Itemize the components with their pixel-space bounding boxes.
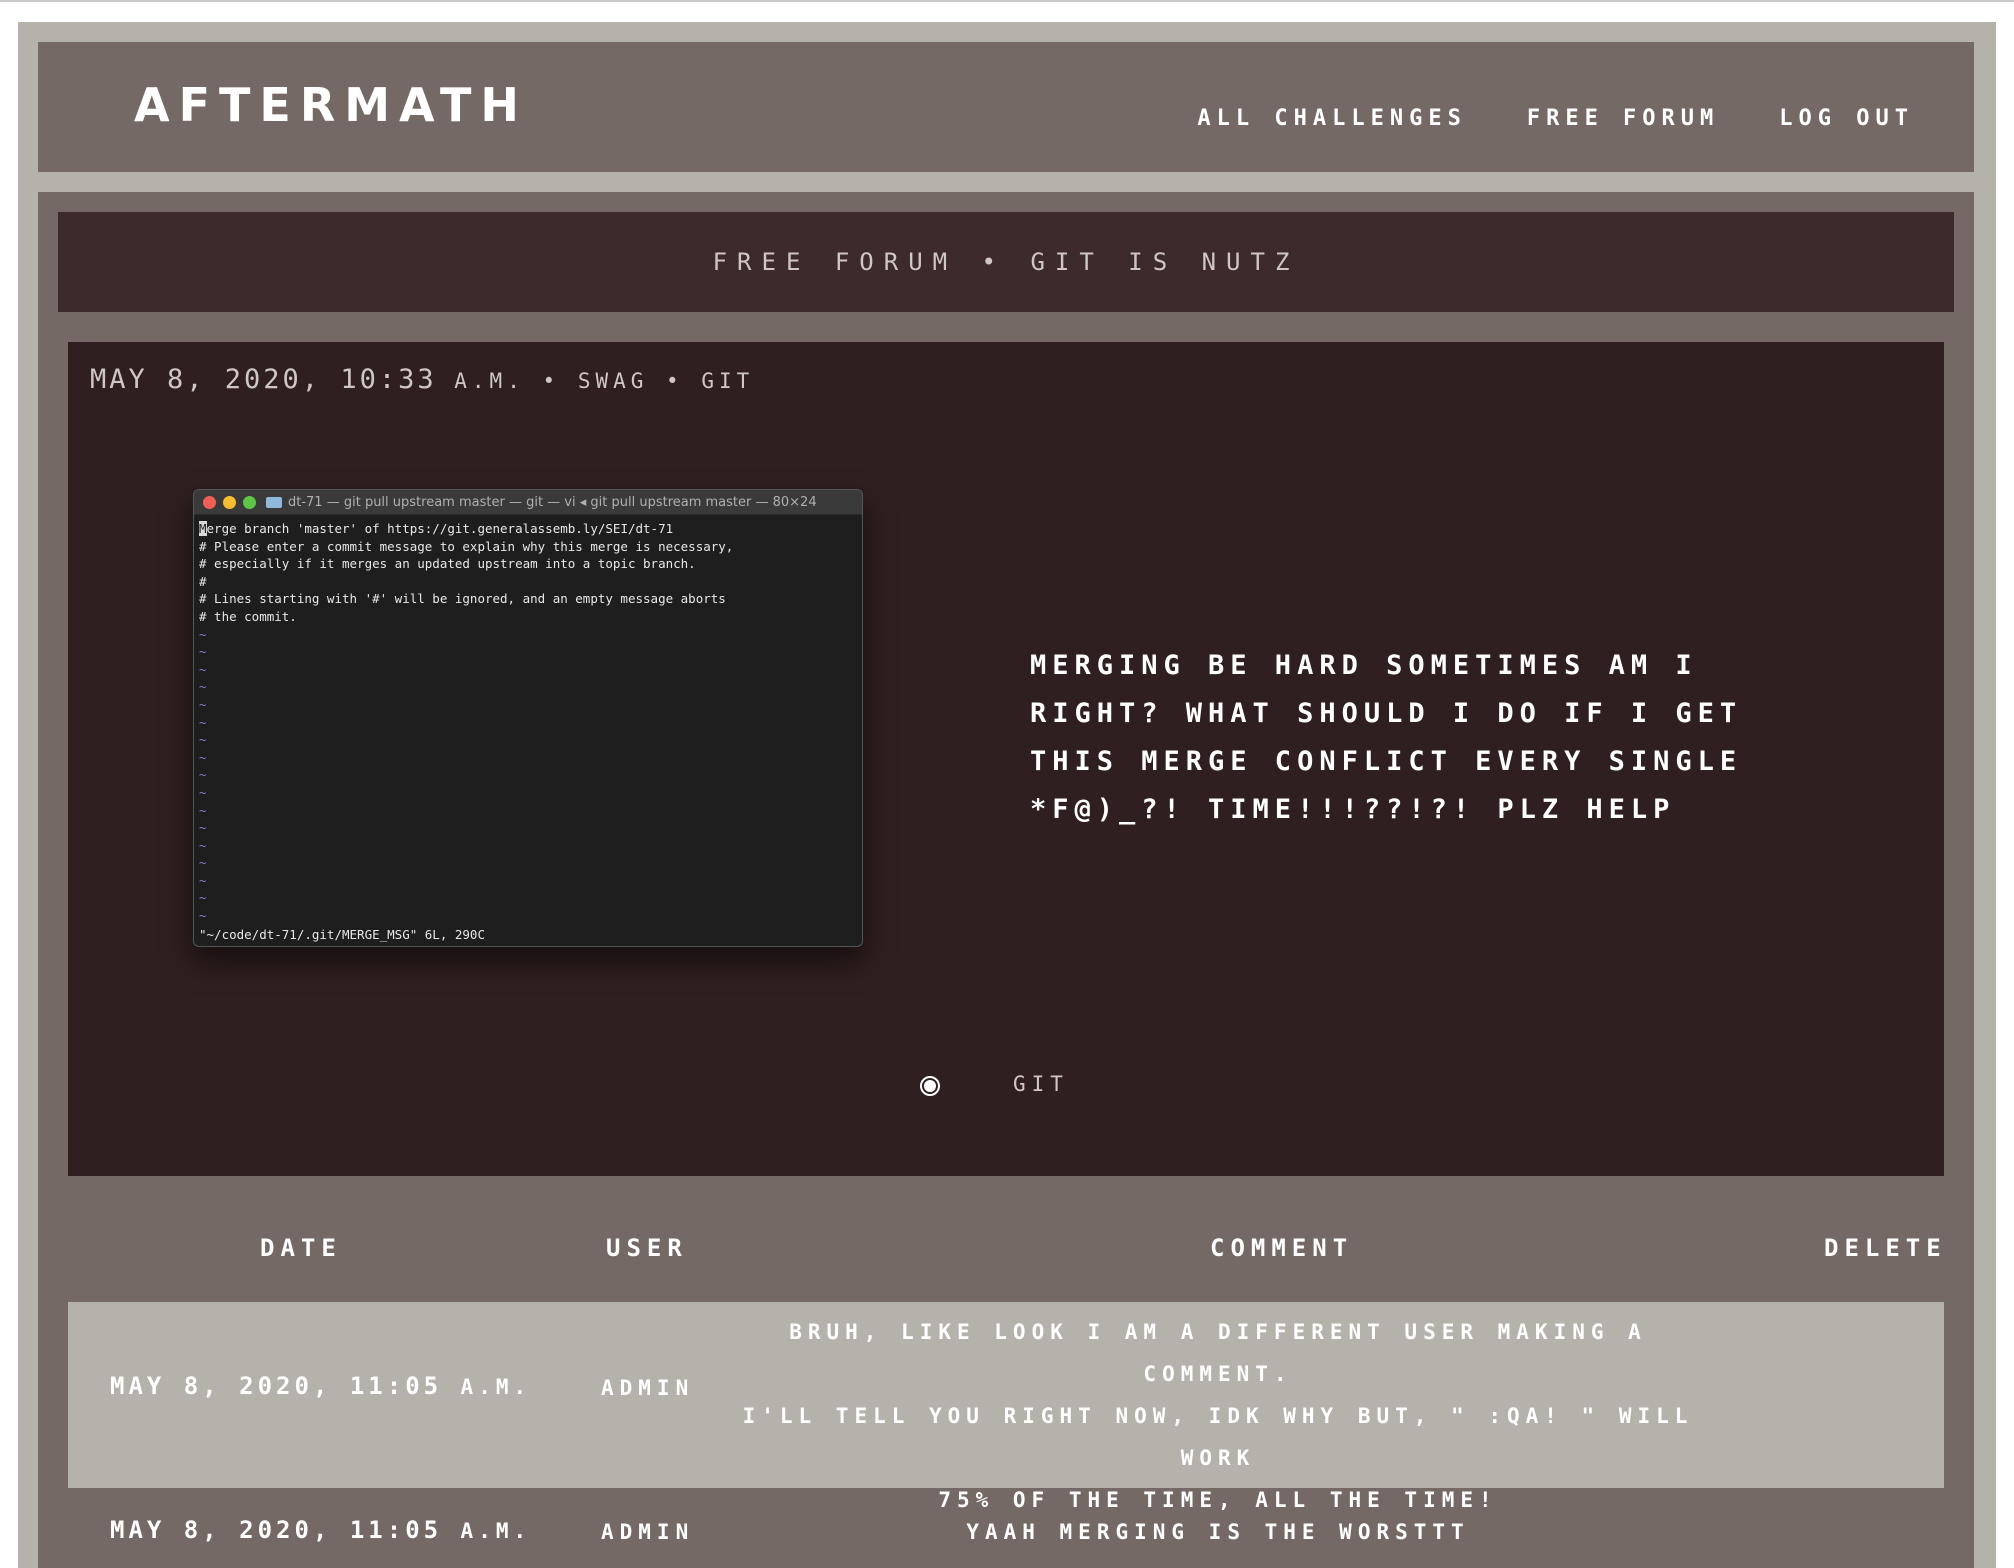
post-meta: MAY 8, 2020, 10:33 A.M. • SWAG • GIT: [90, 364, 754, 395]
comment-date-ampm: A.M.: [460, 1519, 532, 1543]
main-content: FREE FORUM • GIT IS NUTZ MAY 8, 2020, 10…: [38, 192, 1974, 1568]
zoom-dot-icon: [243, 495, 256, 509]
meta-separator: •: [542, 369, 561, 393]
terminal-tilde: ~: [199, 784, 207, 800]
forum-post: MAY 8, 2020, 10:33 A.M. • SWAG • GIT dt-…: [68, 342, 1944, 1176]
comment-user: ADMIN: [601, 1520, 695, 1544]
comment-date: MAY 8, 2020, 11:05 A.M.: [110, 1372, 531, 1400]
site-header: AFTERMATH ALL CHALLENGES FREE FORUM LOG …: [38, 42, 1974, 172]
main-nav: ALL CHALLENGES FREE FORUM LOG OUT: [1197, 106, 1914, 131]
meta-separator: •: [666, 369, 684, 393]
comment-text: YAAH MERGING IS THE WORSTTT: [728, 1511, 1708, 1553]
nav-all-challenges[interactable]: ALL CHALLENGES: [1197, 106, 1466, 131]
terminal-line: # Please enter a commit message to expla…: [199, 538, 734, 554]
window-controls: [203, 495, 256, 509]
column-header-delete: DELETE: [1824, 1234, 1947, 1262]
terminal-titlebar: dt-71 — git pull upstream master — git —…: [194, 490, 862, 515]
terminal-tilde: ~: [199, 872, 207, 888]
radio-selected-indicator: [924, 1080, 936, 1092]
thread-breadcrumb: FREE FORUM • GIT IS NUTZ: [712, 248, 1300, 276]
terminal-tilde: ~: [199, 837, 207, 853]
terminal-tilde: ~: [199, 696, 207, 712]
brand-logo[interactable]: AFTERMATH: [134, 78, 528, 132]
terminal-tilde: ~: [199, 661, 207, 677]
thread-title-bar: FREE FORUM • GIT IS NUTZ: [58, 212, 1954, 312]
terminal-tilde: ~: [199, 714, 207, 730]
comment-date: MAY 8, 2020, 11:05 A.M.: [110, 1516, 531, 1544]
comment-date-value: MAY 8, 2020, 11:05: [110, 1516, 443, 1544]
tag-label[interactable]: GIT: [1013, 1072, 1069, 1096]
terminal-tilde: ~: [199, 626, 207, 642]
terminal-tilde: ~: [199, 679, 207, 695]
comment-line: I'LL TELL YOU RIGHT NOW, IDK WHY BUT, " …: [742, 1404, 1694, 1470]
terminal-cursor: M: [199, 521, 207, 536]
close-dot-icon: [203, 495, 216, 509]
terminal-tilde: ~: [199, 802, 207, 818]
terminal-line-text: erge branch 'master' of https://git.gene…: [206, 521, 674, 536]
comment-date-ampm: A.M.: [460, 1375, 532, 1399]
terminal-tilde: ~: [199, 820, 207, 836]
post-date: MAY 8, 2020, 10:33: [90, 364, 437, 395]
nav-free-forum[interactable]: FREE FORUM: [1527, 106, 1719, 131]
page-frame: AFTERMATH ALL CHALLENGES FREE FORUM LOG …: [18, 22, 1996, 1568]
terminal-body: Merge branch 'master' of https://git.gen…: [194, 515, 862, 946]
terminal-tilde: ~: [199, 749, 207, 765]
terminal-empty-lines: ~ ~ ~ ~ ~ ~ ~ ~ ~ ~ ~ ~ ~ ~ ~ ~ ~: [199, 626, 857, 925]
terminal-tilde: ~: [199, 767, 207, 783]
column-header-comment: COMMENT: [1210, 1234, 1354, 1262]
terminal-line: # Lines starting with '#' will be ignore…: [199, 591, 726, 607]
terminal-line: Merge branch 'master' of https://git.gen…: [199, 520, 857, 538]
folder-icon: [266, 496, 282, 508]
comment-user: ADMIN: [601, 1376, 695, 1400]
post-ampm: A.M.: [454, 369, 525, 393]
terminal-line: # especially if it merges an updated ups…: [199, 556, 696, 572]
minimize-dot-icon: [223, 495, 236, 509]
tag-radio-button[interactable]: [920, 1076, 940, 1096]
nav-log-out[interactable]: LOG OUT: [1779, 106, 1914, 131]
top-border: [0, 0, 2014, 2]
post-body-text: MERGING BE HARD SOMETIMES AM I RIGHT? WH…: [1030, 650, 1743, 825]
terminal-tilde: ~: [199, 890, 207, 906]
terminal-tilde: ~: [199, 732, 207, 748]
post-category: GIT: [701, 369, 755, 393]
column-header-date: DATE: [260, 1234, 342, 1262]
terminal-line: # the commit.: [199, 608, 297, 624]
terminal-tilde: ~: [199, 644, 207, 660]
terminal-tilde: ~: [199, 908, 207, 924]
column-header-user: USER: [606, 1234, 688, 1262]
comment-text: BRUH, LIKE LOOK I AM A DIFFERENT USER MA…: [728, 1311, 1708, 1521]
post-author: SWAG: [577, 369, 649, 393]
terminal-line: #: [199, 573, 207, 589]
terminal-status-line: "~/code/dt-71/.git/MERGE_MSG" 6L, 290C: [199, 927, 485, 942]
comment-line: BRUH, LIKE LOOK I AM A DIFFERENT USER MA…: [789, 1320, 1647, 1386]
post-screenshot-image: dt-71 — git pull upstream master — git —…: [193, 489, 863, 947]
comment-date-value: MAY 8, 2020, 11:05: [110, 1372, 443, 1400]
terminal-title: dt-71 — git pull upstream master — git —…: [288, 494, 817, 510]
comment-line: YAAH MERGING IS THE WORSTTT: [966, 1520, 1470, 1544]
terminal-tilde: ~: [199, 855, 207, 871]
